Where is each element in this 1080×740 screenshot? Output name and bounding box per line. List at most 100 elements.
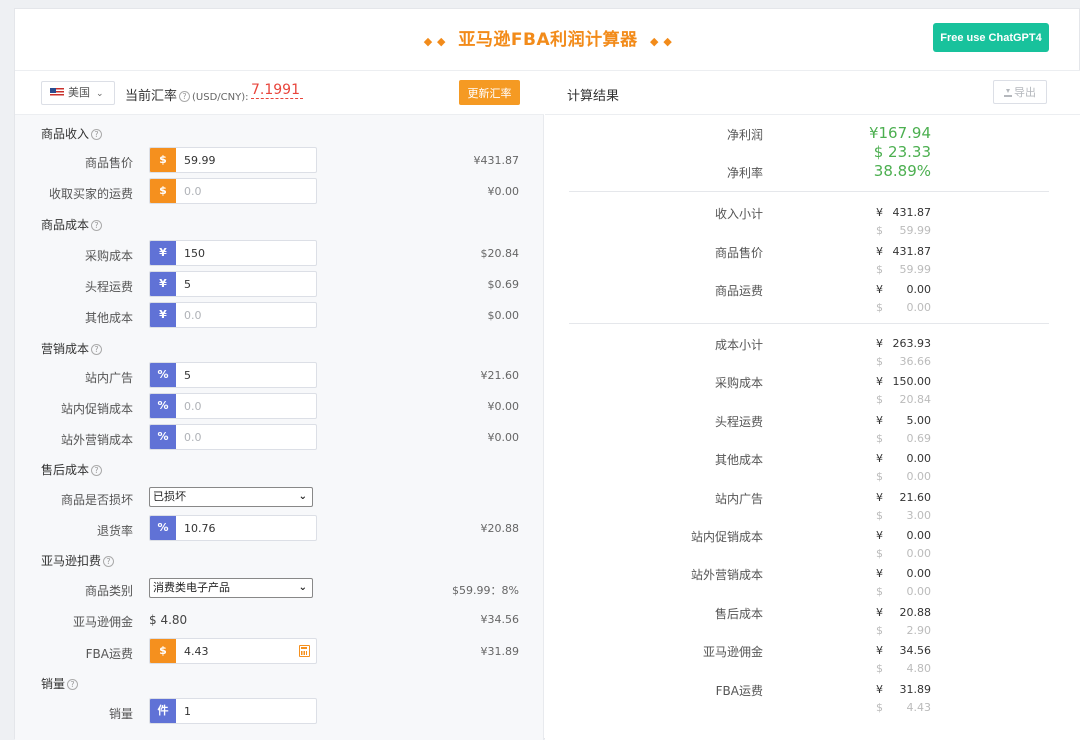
net-profit-label: 净利润 (726, 128, 763, 142)
price-input[interactable]: $59.99 (149, 147, 317, 173)
breakdown-label: 亚马逊佣金 (702, 645, 763, 660)
breakdown-label: 其他成本 (714, 453, 763, 468)
chevron-down-icon: ⌄ (298, 491, 307, 502)
breakdown-usd: 0.00 (906, 301, 932, 314)
update-rate-button[interactable]: 更新汇率 (459, 80, 520, 105)
chevron-down-icon: ⌄ (298, 582, 307, 593)
quantity-input[interactable]: 件1 (149, 698, 317, 724)
help-icon[interactable]: ? (179, 91, 191, 102)
dollar-prefix: $ (150, 639, 176, 663)
commission-converted: ¥34.56 (480, 613, 520, 626)
results-header: 计算结果 导出 (545, 71, 1080, 115)
breakdown-cny: 20.88 (899, 605, 932, 619)
breakdown-label: 采购成本 (714, 376, 763, 391)
breakdown-cny: 31.89 (899, 682, 932, 696)
breakdown-usd: 2.90 (906, 623, 932, 637)
category-label: 商品类别 (84, 584, 133, 598)
quantity-label: 销量 (108, 707, 133, 721)
breakdown-cny: 431.87 (892, 244, 932, 258)
purchase-cost-input[interactable]: ¥150 (149, 240, 317, 266)
category-select[interactable]: 消费类电子产品 ⌄ (149, 578, 313, 598)
first-leg-label: 头程运费 (84, 280, 133, 294)
fba-converted: ¥31.89 (480, 645, 520, 658)
page-header: ◆ ◆ 亚马逊FBA利润计算器 ◆ ◆ Free use ChatGPT4 (15, 9, 1080, 71)
country-select[interactable]: 美国 ⌄ (41, 81, 115, 105)
breakdown-usd: 0.00 (906, 470, 932, 484)
ads-input[interactable]: % 5 (149, 362, 317, 388)
breakdown-cny: 5.00 (906, 413, 932, 427)
breakdown-usd: 36.66 (899, 355, 932, 368)
breakdown-usd: 3.00 (906, 508, 932, 522)
dollar-prefix: $ (150, 179, 176, 203)
offsite-converted: ¥0.00 (487, 431, 520, 444)
breakdown-label: 收入小计 (714, 207, 763, 221)
help-icon[interactable]: ? (91, 220, 103, 231)
yuan-prefix: ¥ (150, 272, 176, 296)
price-converted: ¥431.87 (473, 154, 520, 167)
calculator-icon[interactable] (299, 645, 310, 657)
rate-unit: (USD/CNY): (192, 92, 249, 103)
fba-input[interactable]: $4.43 (149, 638, 317, 664)
category-rate-info: $59.99：8% (452, 584, 519, 597)
page-title: ◆ ◆ 亚马逊FBA利润计算器 ◆ ◆ (15, 25, 1080, 50)
breakdown-cny: 150.00 (892, 375, 932, 389)
purchase-cost-label: 采购成本 (84, 249, 133, 263)
breakdown-label: 售后成本 (714, 606, 763, 621)
percent-prefix: % (150, 363, 176, 387)
commission-label: 亚马逊佣金 (72, 615, 133, 629)
dollar-prefix: $ (150, 148, 176, 172)
return-rate-label: 退货率 (96, 524, 133, 538)
breakdown-label: 站外营销成本 (690, 568, 763, 583)
margin-label: 净利率 (726, 166, 763, 180)
other-cost-converted: $0.00 (487, 309, 520, 322)
diamond-right-icon: ◆ ◆ (650, 35, 673, 48)
help-icon[interactable]: ? (91, 344, 103, 355)
other-cost-input[interactable]: ¥0.0 (149, 302, 317, 328)
damaged-select[interactable]: 已损坏 ⌄ (149, 487, 313, 507)
breakdown-usd: 59.99 (899, 224, 932, 237)
yuan-prefix: ¥ (150, 303, 176, 327)
breakdown-usd: 20.84 (899, 393, 932, 407)
breakdown-usd: 4.80 (906, 662, 932, 676)
help-icon[interactable]: ? (67, 679, 79, 690)
offsite-input[interactable]: % 0.0 (149, 424, 317, 450)
chevron-down-icon: ⌄ (96, 89, 104, 99)
other-cost-label: 其他成本 (84, 311, 133, 325)
promo-converted: ¥0.00 (487, 400, 520, 413)
promo-label: 站内促销成本 (60, 402, 133, 416)
help-icon[interactable]: ? (103, 556, 115, 567)
breakdown-usd: 0.00 (906, 585, 932, 599)
ads-converted: ¥21.60 (480, 369, 520, 382)
help-icon[interactable]: ? (91, 465, 103, 476)
chatgpt-button[interactable]: Free use ChatGPT4 (933, 23, 1049, 52)
breakdown-cny: 21.60 (899, 490, 932, 504)
diamond-left-icon: ◆ ◆ (423, 35, 446, 48)
first-leg-converted: $0.69 (487, 278, 520, 291)
input-panel: 美国 ⌄ 当前汇率? (USD/CNY): 7.1991 更新汇率 商品收入? 商品… (15, 71, 544, 740)
first-leg-input[interactable]: ¥5 (149, 271, 317, 297)
exchange-rate-input[interactable]: 7.1991 (251, 82, 303, 99)
breakdown-usd: 59.99 (899, 262, 932, 276)
export-button[interactable]: 导出 (993, 80, 1047, 104)
buyer-shipping-label: 收取买家的运费 (48, 187, 133, 201)
calculator-page: ◆ ◆ 亚马逊FBA利润计算器 ◆ ◆ Free use ChatGPT4 美国… (14, 8, 1080, 740)
breakdown-usd: 4.43 (906, 700, 932, 714)
fba-label: FBA运费 (85, 647, 133, 661)
section-income: 商品收入? (41, 125, 104, 142)
breakdown-label: 商品运费 (714, 284, 763, 298)
buyer-shipping-input[interactable]: $0.0 (149, 178, 317, 204)
breakdown-cny: 0.00 (906, 529, 932, 542)
section-amazon-fees: 亚马逊扣费? (41, 552, 116, 569)
download-icon (1004, 89, 1012, 97)
breakdown-cny: 0.00 (906, 452, 932, 466)
margin-value: 38.89% (873, 162, 931, 180)
promo-input[interactable]: % 0.0 (149, 393, 317, 419)
breakdown-label: FBA运费 (715, 683, 763, 698)
return-rate-input[interactable]: % 10.76 (149, 515, 317, 541)
page-title-text: 亚马逊FBA利润计算器 (458, 30, 638, 50)
help-icon[interactable]: ? (91, 129, 103, 140)
divider (569, 323, 1049, 324)
breakdown-cny: 0.00 (906, 283, 932, 296)
section-cost: 商品成本? (41, 216, 104, 233)
breakdown-usd: 0.69 (906, 431, 932, 445)
